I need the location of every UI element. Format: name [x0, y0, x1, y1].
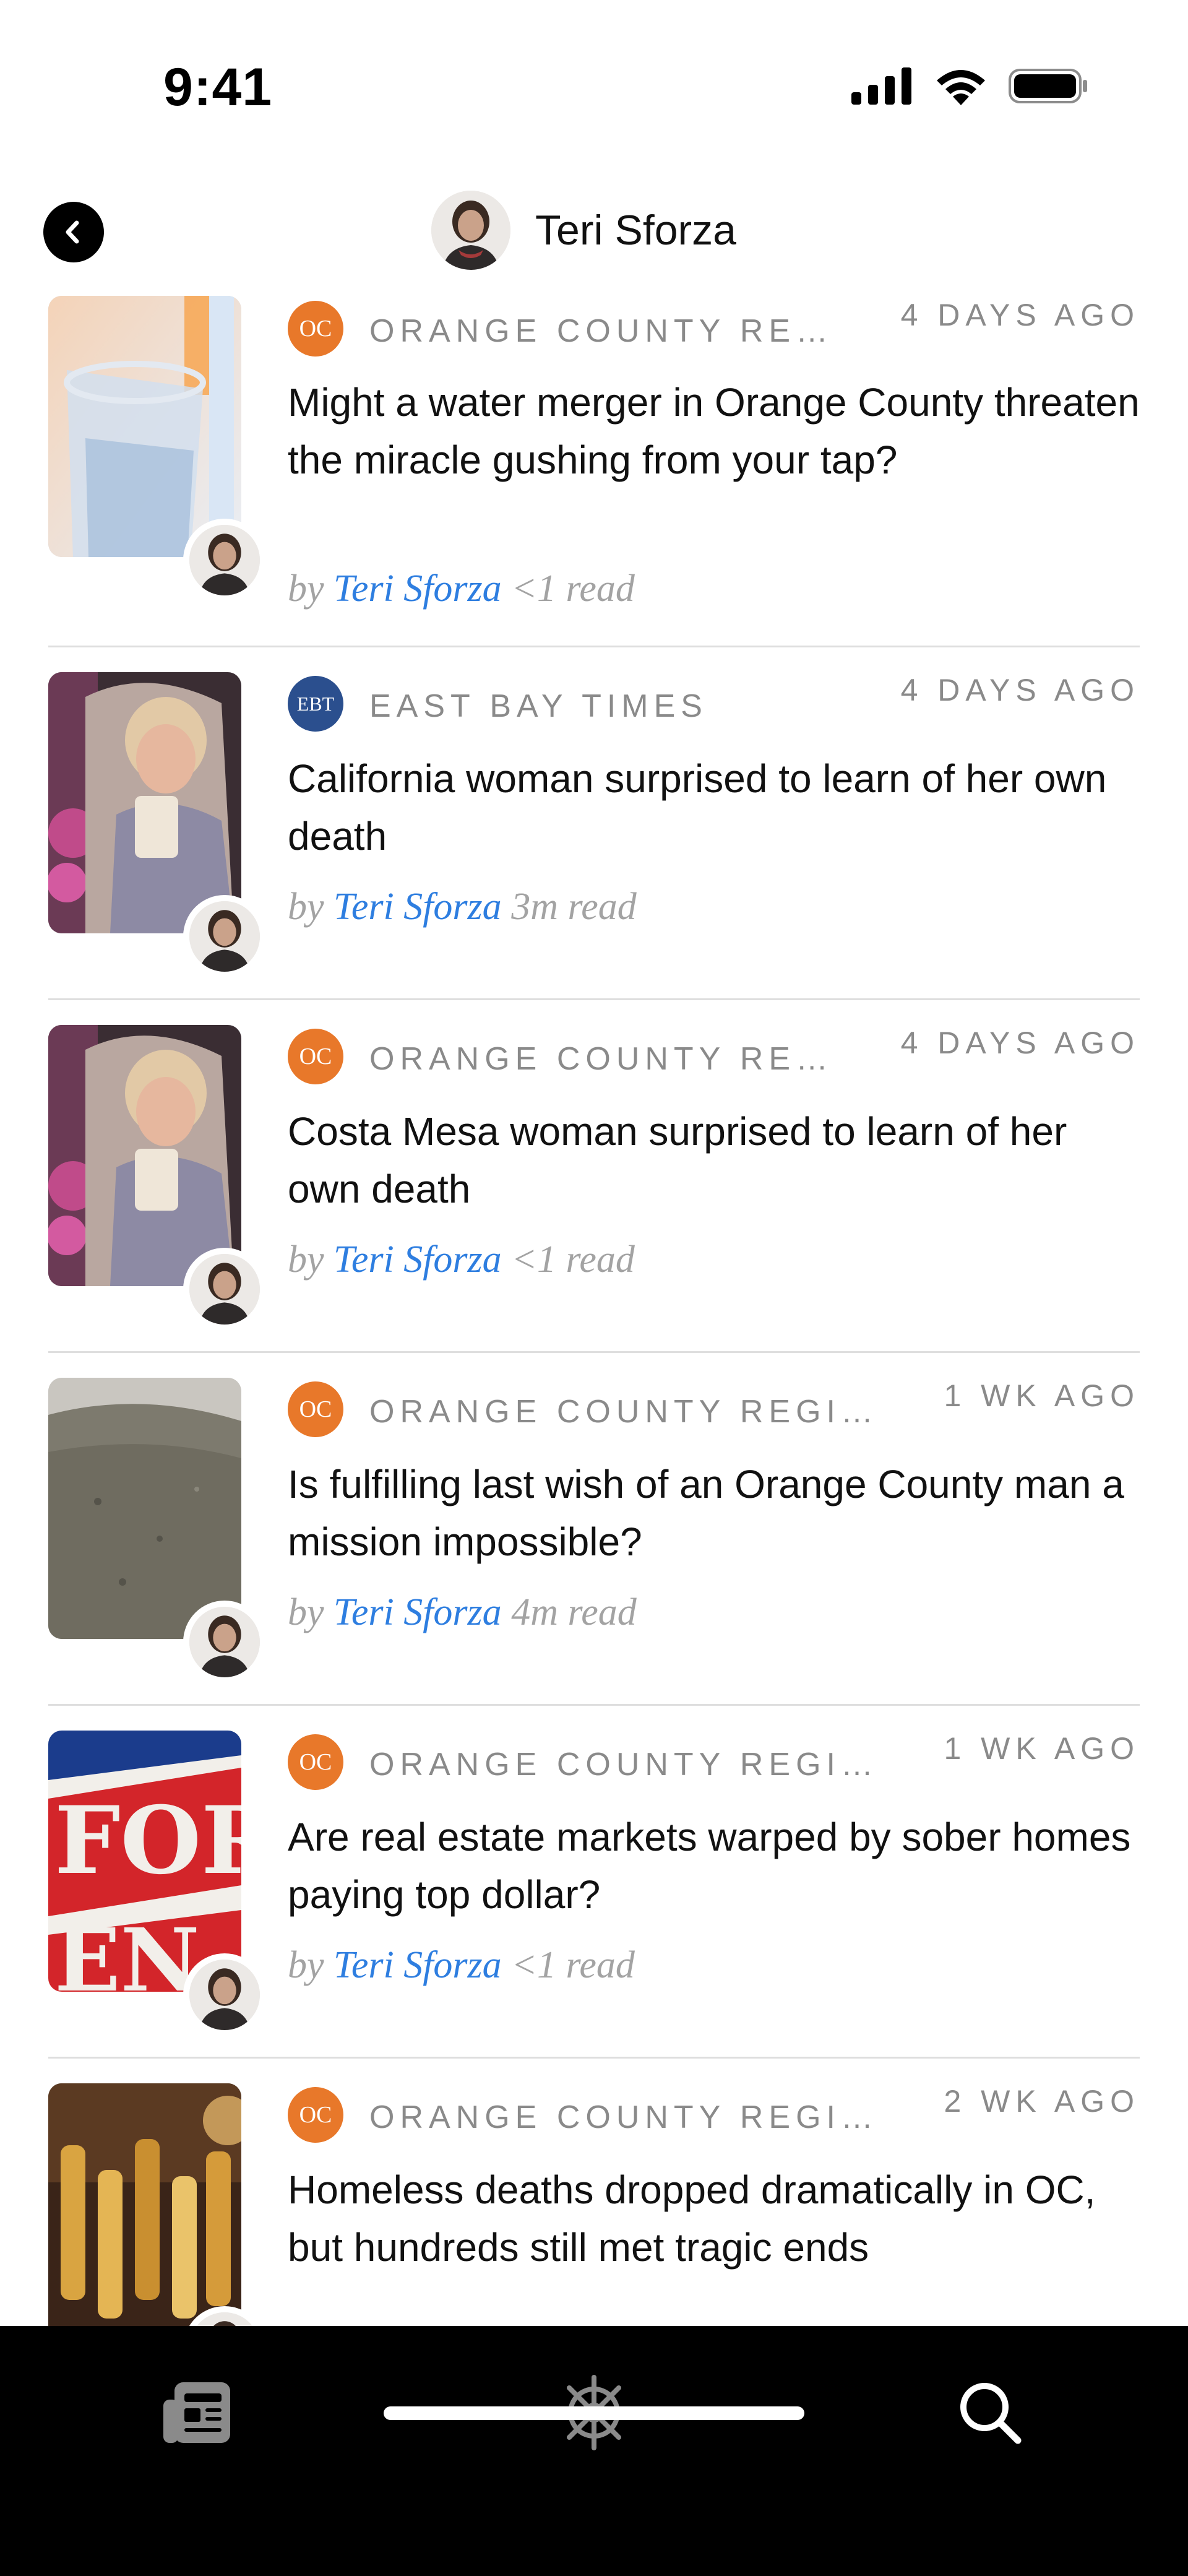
source-name: ORANGE COUNTY REGI…	[369, 2099, 877, 2135]
byline-prefix: by	[288, 568, 324, 610]
author-avatar-badge	[183, 1601, 266, 1683]
author-avatar-badge	[183, 1953, 266, 2036]
source-logo: OC	[288, 1381, 343, 1437]
article-source-row: EBT EAST BAY TIMES 4 DAYS AGO	[288, 672, 1140, 732]
source-name: ORANGE COUNTY REGI…	[369, 1394, 877, 1430]
source-name: EAST BAY TIMES	[369, 688, 708, 724]
article-timestamp: 4 DAYS AGO	[900, 1026, 1140, 1060]
article-title[interactable]: Are real estate markets warped by sober …	[288, 1809, 1142, 1924]
read-time: <1 read	[511, 1238, 635, 1281]
article-title[interactable]: Is fulfilling last wish of an Orange Cou…	[288, 1456, 1142, 1571]
author-title: Teri Sforza	[431, 187, 736, 274]
author-link[interactable]: Teri Sforza	[334, 1944, 502, 1986]
article-timestamp: 1 WK AGO	[944, 1378, 1140, 1413]
search-icon	[960, 2383, 1022, 2444]
author-link[interactable]: Teri Sforza	[334, 886, 502, 928]
byline-prefix: by	[288, 886, 324, 928]
status-icons	[851, 67, 1089, 105]
source-name: ORANGE COUNTY RE…	[369, 313, 834, 349]
cellular-signal-icon	[851, 67, 911, 105]
back-button[interactable]	[43, 202, 104, 262]
author-avatar	[431, 191, 510, 270]
article-byline: by Teri Sforza 3m read	[288, 885, 637, 929]
chevron-left-icon	[66, 220, 79, 244]
article-item[interactable]: OC ORANGE COUNTY RE… 4 DAYS AGO Costa Me…	[0, 1000, 1188, 1353]
source-logo: OC	[288, 2087, 343, 2143]
article-timestamp: 2 WK AGO	[944, 2084, 1140, 2119]
article-timestamp: 4 DAYS AGO	[900, 298, 1140, 332]
tab-search[interactable]	[947, 2369, 1033, 2456]
article-item[interactable]: OC ORANGE COUNTY RE… 4 DAYS AGO Might a …	[0, 295, 1188, 647]
profile-header: Teri Sforza	[0, 179, 1188, 279]
read-time: <1 read	[511, 568, 635, 610]
article-thumbnail	[48, 1378, 241, 1639]
source-logo: OC	[288, 1734, 343, 1790]
battery-icon	[1009, 69, 1087, 103]
status-bar: 9:41	[0, 0, 1188, 155]
article-title[interactable]: Might a water merger in Orange County th…	[288, 374, 1142, 489]
read-time: 3m read	[511, 886, 637, 928]
article-thumbnail	[48, 1025, 241, 1286]
svg-text:EN: EN	[54, 1910, 200, 1992]
source-logo: EBT	[288, 676, 343, 732]
newspaper-icon	[163, 2382, 230, 2443]
article-title[interactable]: Costa Mesa woman surprised to learn of h…	[288, 1103, 1142, 1218]
read-time: 4m read	[511, 1591, 637, 1633]
article-byline: by Teri Sforza 4m read	[288, 1591, 637, 1635]
article-thumbnail	[48, 672, 241, 933]
author-name: Teri Sforza	[535, 207, 736, 254]
article-source-row: OC ORANGE COUNTY RE… 4 DAYS AGO	[288, 1025, 1140, 1084]
tab-news[interactable]	[153, 2369, 240, 2456]
source-name: ORANGE COUNTY REGI…	[369, 1747, 877, 1783]
source-name: ORANGE COUNTY RE…	[369, 1041, 834, 1077]
article-item[interactable]: FOR EN OC ORANGE COUNTY REGI… 1 WK AGO A…	[0, 1706, 1188, 2059]
article-byline: by Teri Sforza <1 read	[288, 1943, 635, 1987]
article-thumbnail	[48, 296, 241, 557]
source-logo: OC	[288, 1029, 343, 1084]
article-title[interactable]: Homeless deaths dropped dramatically in …	[288, 2161, 1142, 2276]
source-logo: OC	[288, 301, 343, 357]
author-avatar-badge	[183, 519, 266, 602]
article-item[interactable]: EBT EAST BAY TIMES 4 DAYS AGO California…	[0, 647, 1188, 1000]
home-indicator	[384, 2406, 804, 2420]
article-thumbnail: FOR EN	[48, 1731, 241, 1992]
tab-bar	[0, 2326, 1188, 2576]
article-source-row: OC ORANGE COUNTY REGI… 1 WK AGO	[288, 1731, 1140, 1790]
article-thumbnail	[48, 2083, 241, 2345]
read-time: <1 read	[511, 1944, 635, 1986]
author-link[interactable]: Teri Sforza	[334, 568, 502, 610]
article-source-row: OC ORANGE COUNTY RE… 4 DAYS AGO	[288, 297, 1140, 357]
svg-text:FOR: FOR	[54, 1786, 241, 1895]
article-byline: by Teri Sforza <1 read	[288, 1238, 635, 1282]
author-link[interactable]: Teri Sforza	[334, 1238, 502, 1281]
article-title[interactable]: California woman surprised to learn of h…	[288, 750, 1142, 865]
article-source-row: OC ORANGE COUNTY REGI… 2 WK AGO	[288, 2083, 1140, 2143]
author-link[interactable]: Teri Sforza	[334, 1591, 502, 1633]
status-time: 9:41	[163, 58, 273, 117]
author-avatar-badge	[183, 1248, 266, 1331]
article-source-row: OC ORANGE COUNTY REGI… 1 WK AGO	[288, 1378, 1140, 1437]
byline-prefix: by	[288, 1238, 324, 1281]
byline-prefix: by	[288, 1944, 324, 1986]
article-item[interactable]: OC ORANGE COUNTY REGI… 1 WK AGO Is fulfi…	[0, 1353, 1188, 1706]
article-timestamp: 1 WK AGO	[944, 1731, 1140, 1766]
byline-prefix: by	[288, 1591, 324, 1633]
author-avatar-badge	[183, 895, 266, 978]
article-feed[interactable]: OC ORANGE COUNTY RE… 4 DAYS AGO Might a …	[0, 295, 1188, 2411]
article-byline: by Teri Sforza <1 read	[288, 567, 635, 611]
wifi-icon	[937, 70, 985, 105]
article-timestamp: 4 DAYS AGO	[900, 673, 1140, 707]
